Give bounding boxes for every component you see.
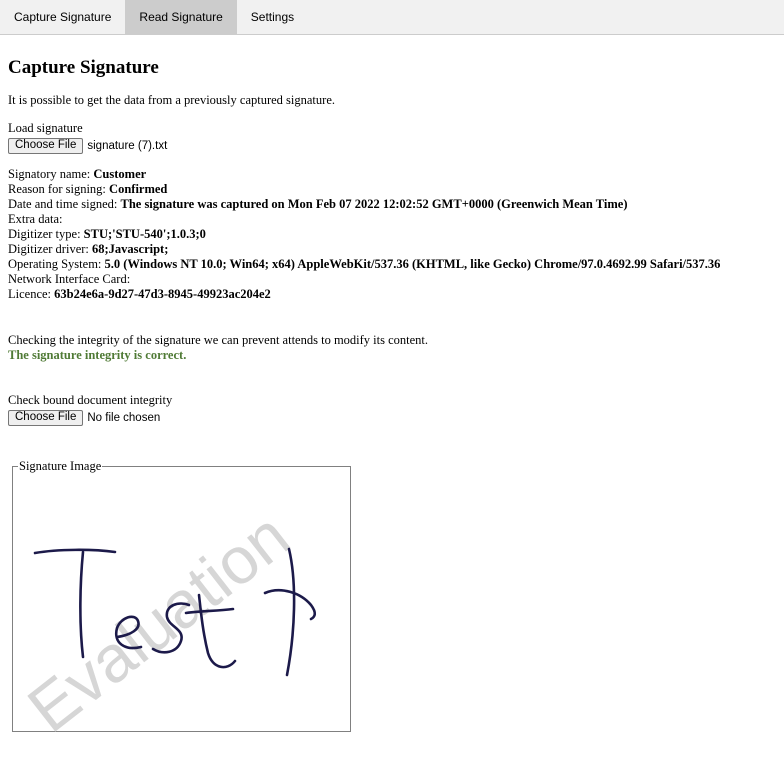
os-label: Operating System: bbox=[8, 257, 102, 271]
nic-label: Network Interface Card: bbox=[8, 272, 131, 286]
datetime-value: The signature was captured on Mon Feb 07… bbox=[120, 197, 628, 211]
digitizer-driver-value: 68;Javascript; bbox=[92, 242, 169, 256]
load-signature-label: Load signature bbox=[8, 121, 83, 135]
load-signature-file-input: Choose File signature (7).txt bbox=[8, 137, 167, 154]
os-row: Operating System: 5.0 (Windows NT 10.0; … bbox=[8, 257, 720, 272]
digitizer-type-row: Digitizer type: STU;'STU-540';1.0.3;0 bbox=[8, 227, 720, 242]
bound-document-file-input: Choose File No file chosen bbox=[8, 409, 160, 426]
digitizer-driver-label: Digitizer driver: bbox=[8, 242, 89, 256]
signatory-row: Signatory name: Customer bbox=[8, 167, 720, 182]
signature-watermark: Evaluation bbox=[14, 498, 302, 743]
licence-label: Licence: bbox=[8, 287, 52, 301]
page-title: Capture Signature bbox=[8, 57, 159, 78]
tab-settings[interactable]: Settings bbox=[237, 0, 308, 35]
extra-data-row: Extra data: bbox=[8, 212, 720, 227]
load-signature-choose-file-button[interactable]: Choose File bbox=[8, 137, 84, 154]
tab-read-signature[interactable]: Read Signature bbox=[125, 0, 237, 35]
extra-data-label: Extra data: bbox=[8, 212, 63, 226]
load-signature-file-name: signature (7).txt bbox=[87, 139, 168, 152]
os-value: 5.0 (Windows NT 10.0; Win64; x64) AppleW… bbox=[104, 257, 721, 271]
tab-capture-signature[interactable]: Capture Signature bbox=[0, 0, 125, 35]
signatory-value: Customer bbox=[93, 167, 147, 181]
intro-text: It is possible to get the data from a pr… bbox=[8, 93, 335, 107]
integrity-status: The signature integrity is correct. bbox=[8, 348, 187, 362]
integrity-note: Checking the integrity of the signature … bbox=[8, 333, 429, 347]
datetime-label: Date and time signed: bbox=[8, 197, 118, 211]
reason-row: Reason for signing: Confirmed bbox=[8, 182, 720, 197]
digitizer-type-value: STU;'STU-540';1.0.3;0 bbox=[83, 227, 206, 241]
digitizer-type-label: Digitizer type: bbox=[8, 227, 81, 241]
licence-value: 63b24e6a-9d27-47d3-8945-49923ac204e2 bbox=[54, 287, 271, 301]
signatory-label: Signatory name: bbox=[8, 167, 91, 181]
reason-label: Reason for signing: bbox=[8, 182, 106, 196]
nic-row: Network Interface Card: bbox=[8, 272, 720, 287]
datetime-row: Date and time signed: The signature was … bbox=[8, 197, 720, 212]
licence-row: Licence: 63b24e6a-9d27-47d3-8945-49923ac… bbox=[8, 287, 720, 302]
signature-info: Signatory name: Customer Reason for sign… bbox=[8, 167, 720, 302]
digitizer-driver-row: Digitizer driver: 68;Javascript; bbox=[8, 242, 720, 257]
bound-document-label: Check bound document integrity bbox=[8, 393, 173, 407]
bound-document-choose-file-button[interactable]: Choose File bbox=[8, 409, 84, 426]
signature-image-box: Signature Image Evaluation bbox=[12, 459, 351, 743]
tab-bar: Capture Signature Read Signature Setting… bbox=[0, 0, 784, 35]
signature-image-legend: Signature Image bbox=[19, 459, 102, 473]
main-content: Capture Signature It is possible to get … bbox=[8, 57, 778, 426]
bound-document-file-name: No file chosen bbox=[87, 411, 161, 424]
signature-image: Evaluation bbox=[14, 498, 317, 743]
reason-value: Confirmed bbox=[109, 182, 168, 196]
